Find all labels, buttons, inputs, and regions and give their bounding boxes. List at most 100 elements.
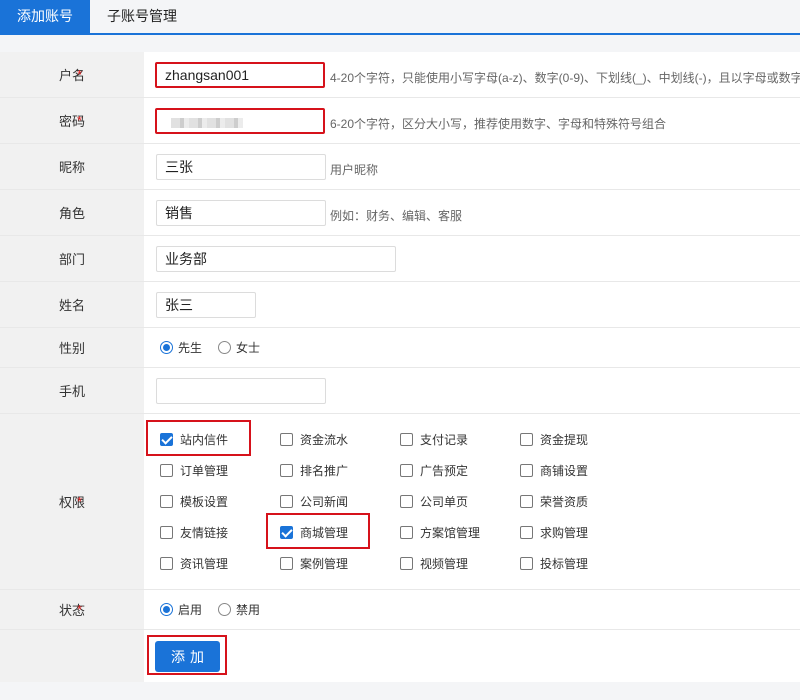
phone-label: 手机 — [0, 368, 144, 413]
permission-checkbox-17[interactable]: 案例管理 — [280, 553, 348, 573]
permission-checkbox-15[interactable]: 求购管理 — [520, 522, 588, 542]
tab-subaccount-management[interactable]: 子账号管理 — [90, 0, 194, 33]
required-marker: * — [77, 113, 83, 128]
permission-checkbox-5[interactable]: 排名推广 — [280, 460, 348, 480]
role-hint: 例如：财务、编辑、客服 — [330, 209, 463, 223]
checkbox-unchecked-icon — [160, 494, 173, 508]
permission-checkbox-3[interactable]: 资金提现 — [520, 429, 588, 449]
permission-checkbox-6[interactable]: 广告预定 — [400, 460, 468, 480]
password-mask — [171, 118, 243, 128]
gender-label: 性别 — [0, 328, 144, 367]
permission-highlight-box — [266, 513, 370, 549]
tab-bar: 添加账号 子账号管理 — [0, 0, 800, 35]
username-label: * 户名 — [0, 52, 144, 97]
checkbox-unchecked-icon — [520, 556, 533, 570]
permissions-grid: 站内信件 资金流水 支付记录 资金提现 订单管理 排名推广 广告预定 商铺设置 模板设置 公司新闻… — [144, 414, 800, 589]
checkbox-unchecked-icon — [160, 525, 173, 539]
radio-unselected-icon — [218, 341, 231, 354]
radio-unselected-icon — [218, 603, 231, 616]
role-input[interactable] — [156, 200, 326, 226]
permission-label: 资金流水 — [300, 432, 349, 447]
gender-row: 性别 先生 女士 — [0, 328, 800, 368]
required-marker: * — [77, 494, 83, 509]
checkbox-unchecked-icon — [400, 525, 413, 539]
submit-row-label — [0, 630, 144, 682]
permission-checkbox-18[interactable]: 视频管理 — [400, 553, 468, 573]
checkbox-unchecked-icon — [400, 432, 413, 446]
permission-label: 广告预定 — [420, 463, 469, 478]
gender-radio-male[interactable]: 先生 — [160, 328, 202, 367]
permission-highlight-box — [146, 420, 251, 456]
tab-add-account[interactable]: 添加账号 — [0, 0, 90, 33]
checkbox-unchecked-icon — [520, 494, 533, 508]
password-input[interactable] — [155, 108, 325, 134]
checkbox-unchecked-icon — [280, 463, 293, 477]
nickname-hint: 用户昵称 — [330, 163, 379, 177]
checkbox-unchecked-icon — [160, 556, 173, 570]
status-row: * 状态 启用 禁用 — [0, 590, 800, 630]
permission-checkbox-8[interactable]: 模板设置 — [160, 491, 228, 511]
permissions-row: * 权限 站内信件 资金流水 支付记录 资金提现 订单管理 排名推广 广告预定 商铺设置 模板设置… — [0, 414, 800, 590]
phone-input[interactable] — [156, 378, 326, 404]
role-label: 角色 — [0, 190, 144, 235]
permission-checkbox-2[interactable]: 支付记录 — [400, 429, 468, 449]
role-row: 角色 例如：财务、编辑、客服 — [0, 190, 800, 236]
permission-label: 排名推广 — [300, 463, 349, 478]
checkbox-unchecked-icon — [520, 463, 533, 477]
checkbox-unchecked-icon — [400, 463, 413, 477]
checkbox-unchecked-icon — [400, 494, 413, 508]
permission-checkbox-12[interactable]: 友情链接 — [160, 522, 228, 542]
permission-label: 支付记录 — [420, 432, 469, 447]
nickname-label: 昵称 — [0, 144, 144, 189]
name-label: 姓名 — [0, 282, 144, 327]
checkbox-unchecked-icon — [280, 494, 293, 508]
department-label: 部门 — [0, 236, 144, 281]
permission-checkbox-16[interactable]: 资讯管理 — [160, 553, 228, 573]
permissions-label: * 权限 — [0, 414, 144, 589]
add-button[interactable]: 添加 — [155, 641, 220, 672]
permission-label: 公司单页 — [420, 494, 469, 509]
permission-label: 方案馆管理 — [420, 525, 481, 540]
password-label: * 密码 — [0, 98, 144, 143]
permission-label: 投标管理 — [540, 556, 589, 571]
radio-selected-icon — [160, 603, 173, 616]
permission-label: 商铺设置 — [540, 463, 589, 478]
permission-checkbox-7[interactable]: 商铺设置 — [520, 460, 588, 480]
permission-checkbox-9[interactable]: 公司新闻 — [280, 491, 348, 511]
nickname-row: 昵称 用户昵称 — [0, 144, 800, 190]
department-row: 部门 — [0, 236, 800, 282]
permission-checkbox-11[interactable]: 荣誉资质 — [520, 491, 588, 511]
radio-selected-icon — [160, 341, 173, 354]
status-label: * 状态 — [0, 590, 144, 629]
username-row: *户名 4-20个字符，只能使用小写字母(a-z)、数字(0-9)、下划线(_)… — [0, 52, 800, 98]
password-row: * 密码 6-20个字符，区分大小写，推荐使用数字、字母和特殊符号组合 — [0, 98, 800, 144]
permission-checkbox-10[interactable]: 公司单页 — [400, 491, 468, 511]
checkbox-unchecked-icon — [280, 432, 293, 446]
permission-label: 求购管理 — [540, 525, 589, 540]
permission-label: 荣誉资质 — [540, 494, 589, 509]
username-input[interactable] — [155, 62, 325, 88]
status-radio-disabled[interactable]: 禁用 — [218, 590, 260, 629]
required-marker: * — [77, 67, 83, 82]
gender-radio-female[interactable]: 女士 — [218, 328, 260, 367]
permission-label: 视频管理 — [420, 556, 469, 571]
name-row: 姓名 — [0, 282, 800, 328]
permission-label: 订单管理 — [180, 463, 229, 478]
status-radio-enabled[interactable]: 启用 — [160, 590, 202, 629]
permission-label: 案例管理 — [300, 556, 349, 571]
permission-checkbox-1[interactable]: 资金流水 — [280, 429, 348, 449]
checkbox-unchecked-icon — [520, 525, 533, 539]
permission-label: 资金提现 — [540, 432, 589, 447]
permission-checkbox-4[interactable]: 订单管理 — [160, 460, 228, 480]
checkbox-unchecked-icon — [280, 556, 293, 570]
department-input[interactable] — [156, 246, 396, 272]
permission-checkbox-19[interactable]: 投标管理 — [520, 553, 588, 573]
required-marker: * — [77, 602, 83, 617]
name-input[interactable] — [156, 292, 256, 318]
phone-row: 手机 — [0, 368, 800, 414]
nickname-input[interactable] — [156, 154, 326, 180]
username-hint: 4-20个字符，只能使用小写字母(a-z)、数字(0-9)、下划线(_)、中划线… — [330, 71, 800, 85]
password-hint: 6-20个字符，区分大小写，推荐使用数字、字母和特殊符号组合 — [330, 117, 667, 131]
permission-checkbox-14[interactable]: 方案馆管理 — [400, 522, 480, 542]
permission-label: 资讯管理 — [180, 556, 229, 571]
